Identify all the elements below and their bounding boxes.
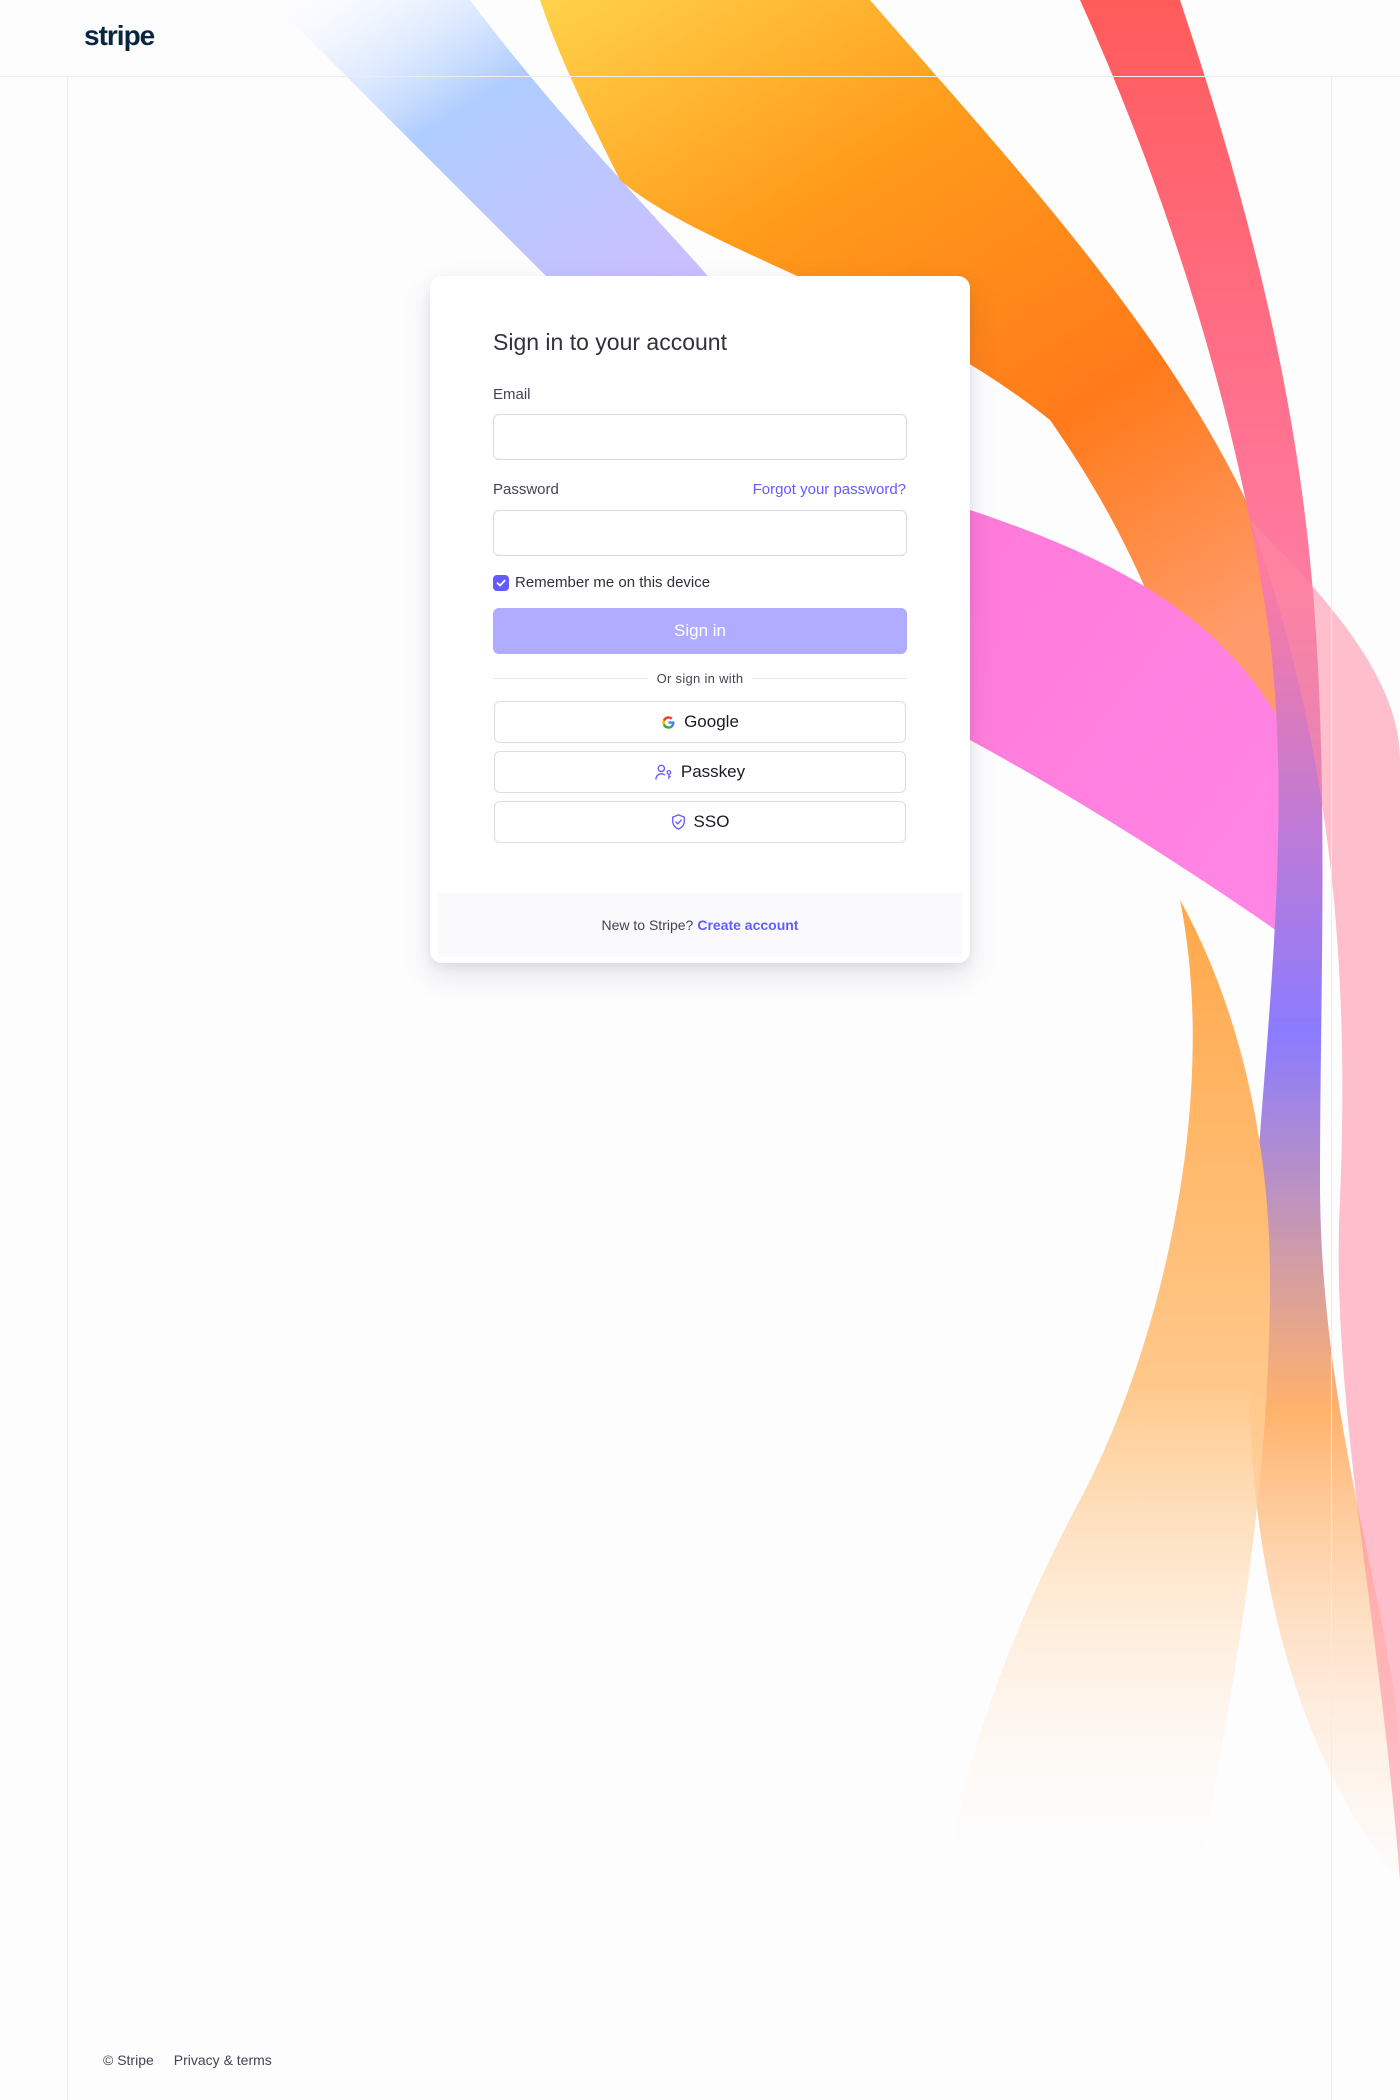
top-bar: stripe bbox=[0, 0, 1400, 76]
page-title: Sign in to your account bbox=[493, 329, 727, 355]
new-to-stripe-text: New to Stripe? bbox=[601, 917, 694, 933]
page-footer: © Stripe Privacy & terms bbox=[103, 2052, 272, 2068]
privacy-terms-link[interactable]: Privacy & terms bbox=[174, 2052, 272, 2068]
password-field[interactable] bbox=[493, 510, 907, 556]
google-icon bbox=[662, 715, 675, 729]
google-signin-button[interactable]: Google bbox=[494, 701, 906, 743]
create-account-footer: New to Stripe? Create account bbox=[438, 893, 962, 957]
sign-in-button[interactable]: Sign in bbox=[493, 608, 907, 654]
divider-line-right bbox=[753, 677, 907, 679]
password-label: Password bbox=[493, 481, 559, 498]
forgot-password-link[interactable]: Forgot your password? bbox=[753, 481, 906, 498]
divider-text: Or sign in with bbox=[656, 670, 744, 686]
right-guide-line bbox=[1331, 77, 1332, 2100]
left-guide-line bbox=[67, 77, 68, 2100]
stripe-logo[interactable]: stripe bbox=[84, 20, 155, 52]
or-divider: Or sign in with bbox=[493, 668, 907, 688]
sso-label: SSO bbox=[693, 812, 730, 831]
remember-me-row[interactable]: Remember me on this device bbox=[493, 574, 710, 591]
email-field[interactable] bbox=[493, 414, 907, 460]
shield-check-icon bbox=[671, 814, 685, 830]
remember-me-label: Remember me on this device bbox=[515, 574, 711, 591]
passkey-icon bbox=[655, 764, 672, 780]
signin-page: stripe Sign in to your account Email Pas… bbox=[0, 0, 1400, 2100]
header-divider bbox=[0, 76, 1400, 77]
remember-me-checkbox[interactable] bbox=[493, 574, 509, 591]
create-account-link[interactable]: Create account bbox=[697, 917, 798, 933]
signin-card: Sign in to your account Email Password F… bbox=[430, 276, 970, 963]
passkey-signin-button[interactable]: Passkey bbox=[494, 751, 906, 793]
passkey-label: Passkey bbox=[680, 762, 746, 781]
google-label: Google bbox=[684, 712, 739, 731]
sso-signin-button[interactable]: SSO bbox=[494, 801, 906, 843]
divider-line-left bbox=[493, 677, 647, 679]
checkmark-icon bbox=[496, 579, 506, 586]
copyright-link[interactable]: © Stripe bbox=[103, 2052, 154, 2068]
email-label: Email bbox=[493, 386, 531, 403]
